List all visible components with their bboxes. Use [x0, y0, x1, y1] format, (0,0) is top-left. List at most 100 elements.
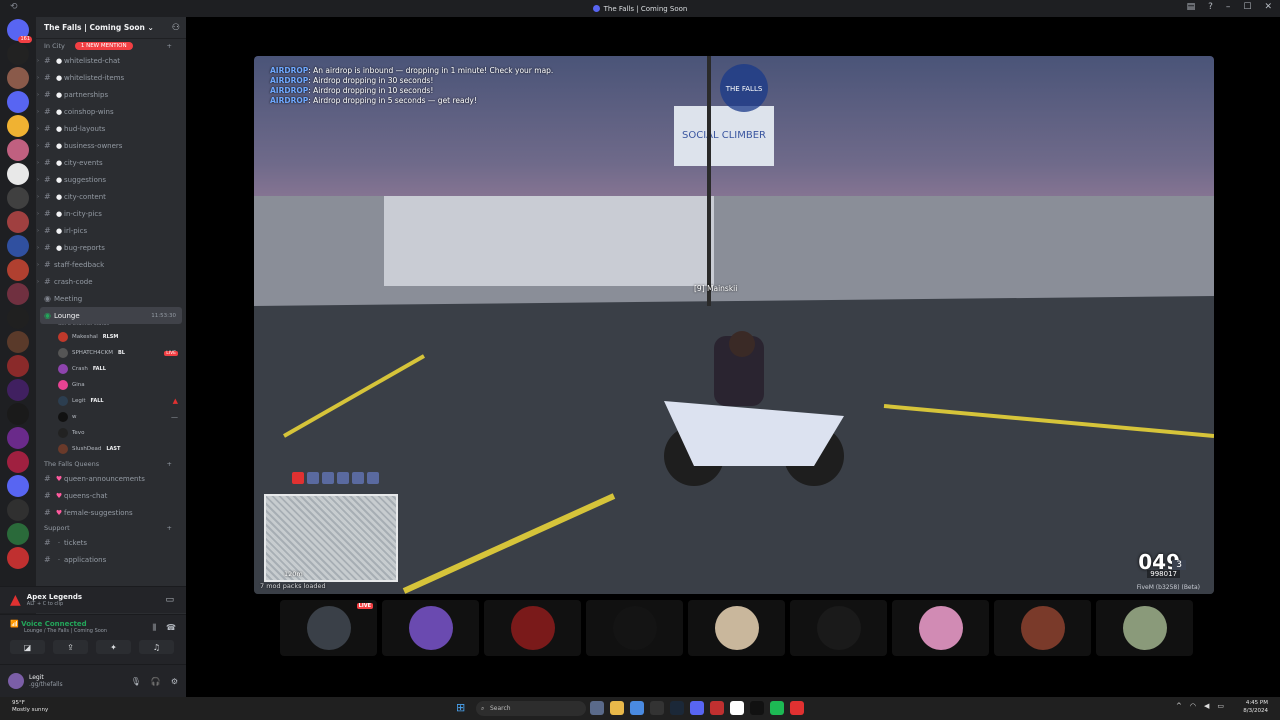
participant-tile[interactable] — [1096, 600, 1193, 656]
category-in-city[interactable]: In City 1 NEW MENTION + — [36, 39, 186, 52]
server-icon[interactable] — [7, 115, 29, 137]
server-icon[interactable] — [7, 475, 29, 497]
soundboard-button[interactable]: ♫ — [139, 640, 174, 654]
add-member-icon[interactable]: ⚇ — [172, 23, 180, 33]
chevron-up-icon[interactable]: ^ — [1176, 702, 1182, 710]
screen-share-button[interactable]: ⇪ — [53, 640, 88, 654]
stream-video[interactable]: SOCIAL CLIMBER THE FALLS AIRDROP: An air… — [254, 56, 1214, 594]
monitor-icon[interactable]: ▭ — [165, 595, 174, 605]
server-icon[interactable] — [7, 547, 29, 569]
participant-tile[interactable] — [790, 600, 887, 656]
steam-icon[interactable] — [670, 701, 684, 715]
server-icon[interactable] — [7, 403, 29, 425]
inbox-icon[interactable]: ▤ — [1187, 2, 1196, 12]
server-icon[interactable] — [7, 67, 29, 89]
spotify-icon[interactable] — [770, 701, 784, 715]
channel-item[interactable]: # ♥ queens-chat — [36, 487, 186, 504]
channel-item[interactable]: # · tickets — [36, 534, 186, 551]
server-icon[interactable] — [7, 139, 29, 161]
avatar[interactable] — [8, 673, 24, 689]
new-mention-badge[interactable]: 1 NEW MENTION — [74, 42, 133, 50]
channel-item[interactable]: › # ● city-events — [36, 154, 186, 171]
channel-item[interactable]: › # ● hud-layouts — [36, 120, 186, 137]
participant-tile[interactable] — [688, 600, 785, 656]
category-queens[interactable]: The Falls Queens + — [36, 457, 186, 470]
file-explorer-icon[interactable] — [610, 701, 624, 715]
server-icon-home[interactable]: 161 — [7, 19, 32, 43]
channel-item[interactable]: › # staff-feedback — [36, 256, 186, 273]
category-support[interactable]: Support + — [36, 521, 186, 534]
server-icon[interactable] — [7, 379, 29, 401]
deafen-icon[interactable]: 🎧 — [151, 677, 161, 686]
taskbar-clock[interactable]: 4:45 PM 8/3/2024 — [1243, 699, 1268, 715]
server-icon[interactable] — [7, 499, 29, 521]
server-icon[interactable] — [7, 43, 29, 65]
chrome-icon[interactable] — [630, 701, 644, 715]
help-icon[interactable]: ? — [1208, 2, 1213, 12]
server-icon[interactable] — [7, 283, 29, 305]
server-header[interactable]: The Falls | Coming Soon ⌄ ⚇ — [36, 17, 186, 39]
discord-icon[interactable] — [690, 701, 704, 715]
channel-item[interactable]: › # ● bug-reports — [36, 239, 186, 256]
weather-widget[interactable]: 95°F Mostly sunny — [12, 700, 48, 714]
voice-user[interactable]: Crash FALL — [36, 361, 186, 377]
channel-item[interactable]: # ♥ female-suggestions — [36, 504, 186, 521]
disconnect-icon[interactable]: ☎ — [166, 623, 176, 633]
taskbar-search[interactable]: ⌕ Search — [476, 701, 586, 716]
participant-tile[interactable] — [994, 600, 1091, 656]
participant-tile[interactable] — [892, 600, 989, 656]
channel-item[interactable]: › # ● irl-pics — [36, 222, 186, 239]
voice-user[interactable]: Makeshal RLSM — [36, 329, 186, 345]
voice-user[interactable]: SPHATCH4CKM BL LIVE — [36, 345, 186, 361]
channel-lounge[interactable]: ◉ Lounge 11:53:30 — [40, 307, 182, 324]
server-icon[interactable] — [7, 235, 29, 257]
channel-item[interactable]: # ♥ queen-announcements — [36, 470, 186, 487]
channel-item[interactable]: › # ● partnerships — [36, 86, 186, 103]
channel-item[interactable]: › # crash-code — [36, 273, 186, 290]
server-icon[interactable] — [7, 331, 29, 353]
mute-icon[interactable]: 🎙 — [131, 677, 141, 686]
participant-tile[interactable]: LIVE — [280, 600, 377, 656]
close-button[interactable]: ✕ — [1264, 2, 1272, 12]
windows-start-icon[interactable]: ⊞ — [456, 701, 465, 714]
channel-item[interactable]: # · applications — [36, 551, 186, 568]
channel-item[interactable]: › # ● in-city-pics — [36, 205, 186, 222]
add-channel-icon[interactable]: + — [167, 460, 172, 468]
volume-icon[interactable]: ◀ — [1204, 702, 1209, 710]
app-icon[interactable] — [730, 701, 744, 715]
maximize-button[interactable]: ☐ — [1243, 2, 1251, 12]
server-icon[interactable] — [7, 307, 29, 329]
add-channel-icon[interactable]: + — [167, 42, 172, 50]
app-icon[interactable] — [590, 701, 604, 715]
add-channel-icon[interactable]: + — [167, 524, 172, 532]
server-icon[interactable] — [7, 355, 29, 377]
channel-meeting[interactable]: ◉ Meeting — [36, 290, 186, 307]
wifi-icon[interactable]: ◠ — [1190, 702, 1196, 710]
channel-item[interactable]: › # ● whitelisted-chat — [36, 52, 186, 69]
voice-user[interactable]: Tevo — [36, 425, 186, 441]
activities-button[interactable]: ✦ — [96, 640, 131, 654]
server-icon[interactable] — [7, 451, 29, 473]
channel-item[interactable]: › # ● city-content — [36, 188, 186, 205]
channel-item[interactable]: › # ● coinshop-wins — [36, 103, 186, 120]
voice-user[interactable]: Gina — [36, 377, 186, 393]
channel-item[interactable]: › # ● suggestions — [36, 171, 186, 188]
server-icon[interactable] — [7, 211, 29, 233]
camera-button[interactable]: ◪ — [10, 640, 45, 654]
minimize-button[interactable]: – — [1226, 2, 1231, 12]
live-badge[interactable]: LIVE — [164, 350, 178, 356]
channel-item[interactable]: › # ● whitelisted-items — [36, 69, 186, 86]
channel-item[interactable]: › # ● business-owners — [36, 137, 186, 154]
app-icon[interactable] — [750, 701, 764, 715]
participant-tile[interactable] — [382, 600, 479, 656]
server-icon[interactable] — [7, 523, 29, 545]
battery-icon[interactable]: ▭ — [1217, 702, 1224, 710]
participant-tile[interactable] — [586, 600, 683, 656]
noise-suppression-icon[interactable]: ⫼ — [152, 623, 156, 633]
apex-legends-icon[interactable] — [790, 701, 804, 715]
server-icon[interactable] — [7, 91, 29, 113]
back-icon[interactable]: ⟲ — [10, 2, 18, 12]
server-icon[interactable] — [7, 427, 29, 449]
obs-icon[interactable] — [650, 701, 664, 715]
settings-icon[interactable]: ⚙ — [171, 677, 178, 686]
